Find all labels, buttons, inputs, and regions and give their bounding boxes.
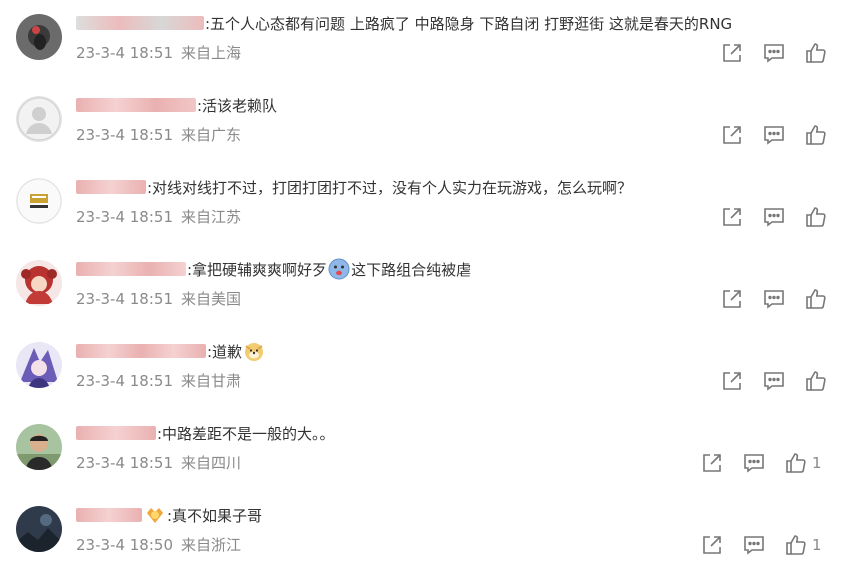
thumbs-up-icon[interactable] <box>804 369 828 393</box>
comment-text: :五个人心态都有问题 上路疯了 中路隐身 下路自闭 打野逛街 这就是春天的RNG <box>205 14 733 33</box>
comment-meta: 23-3-4 18:50 来自浙江 <box>76 534 241 555</box>
comment-date: 23-3-4 18:51 <box>76 208 173 226</box>
username-redacted[interactable] <box>76 16 204 30</box>
comment-location: 来自上海 <box>181 44 242 62</box>
dark-landscape-avatar[interactable] <box>16 506 62 552</box>
comment-text-continued: 这下路组合纯被虐 <box>351 260 472 279</box>
comment-location: 来自江苏 <box>181 208 242 226</box>
share-icon[interactable] <box>720 287 744 311</box>
username-redacted[interactable] <box>76 508 142 522</box>
comment-icon[interactable] <box>762 205 786 229</box>
dark-creature-avatar[interactable] <box>16 14 62 60</box>
share-icon[interactable] <box>700 533 724 557</box>
share-icon[interactable] <box>720 205 744 229</box>
username-redacted[interactable] <box>76 98 196 112</box>
comment-actions <box>720 287 828 311</box>
comment-text: :道歉 <box>207 342 243 361</box>
comment-date: 23-3-4 18:51 <box>76 126 173 144</box>
purple-anime-character-avatar[interactable] <box>16 342 62 388</box>
comment-item: :道歉 23-3-4 18:51 来自甘肃 <box>0 328 844 410</box>
comment-item: :五个人心态都有问题 上路疯了 中路隐身 下路自闭 打野逛街 这就是春天的RNG… <box>0 0 844 82</box>
username-redacted[interactable] <box>76 344 206 358</box>
share-icon[interactable] <box>720 41 744 65</box>
username-redacted[interactable] <box>76 262 186 276</box>
comment-date: 23-3-4 18:51 <box>76 372 173 390</box>
thumbs-up-icon[interactable] <box>804 287 828 311</box>
man-photo-avatar[interactable] <box>16 424 62 470</box>
share-icon[interactable] <box>700 451 724 475</box>
thumbs-up-icon[interactable] <box>804 123 828 147</box>
comment-icon[interactable] <box>742 533 766 557</box>
comment-date: 23-3-4 18:51 <box>76 290 173 308</box>
username-redacted[interactable] <box>76 426 156 440</box>
share-icon[interactable] <box>720 123 744 147</box>
default-person-avatar[interactable] <box>16 96 62 142</box>
comment-item: :拿把硬辅爽爽啊好歹 这下路组合纯被虐 23-3-4 18:51 来自美国 <box>0 246 844 328</box>
comment-actions <box>720 205 828 229</box>
comment-icon[interactable] <box>762 41 786 65</box>
comment-actions: 1 <box>700 533 822 557</box>
comment-date: 23-3-4 18:51 <box>76 454 173 472</box>
comment-actions: 1 <box>700 451 822 475</box>
comment-text: :对线对线打不过，打团打团打不过，没有个人实力在玩游戏，怎么玩啊？ <box>147 178 633 197</box>
thumbs-up-icon[interactable] <box>784 451 808 475</box>
comment-location: 来自美国 <box>181 290 242 308</box>
comment-meta: 23-3-4 18:51 来自江苏 <box>76 206 241 227</box>
comment-item: :活该老赖队 23-3-4 18:51 来自广东 <box>0 82 844 164</box>
comment-location: 来自广东 <box>181 126 242 144</box>
comment-meta: 23-3-4 18:51 来自甘肃 <box>76 370 241 391</box>
comment-actions <box>720 369 828 393</box>
username-redacted[interactable] <box>76 180 146 194</box>
comment-item: :中路差距不是一般的大。。 23-3-4 18:51 来自四川 1 <box>0 410 844 492</box>
comment-text: :真不如果子哥 <box>167 506 263 525</box>
comment-date: 23-3-4 18:50 <box>76 536 173 554</box>
comment-icon[interactable] <box>762 369 786 393</box>
comment-actions <box>720 41 828 65</box>
red-hair-character-avatar[interactable] <box>16 260 62 306</box>
thumbs-up-icon[interactable] <box>804 41 828 65</box>
comment-text: :活该老赖队 <box>197 96 278 115</box>
comment-location: 来自浙江 <box>181 536 242 554</box>
crying-face-emoji <box>328 258 350 280</box>
comment-item: :对线对线打不过，打团打团打不过，没有个人实力在玩游戏，怎么玩啊？ 23-3-4… <box>0 164 844 246</box>
thumbs-up-icon[interactable] <box>784 533 808 557</box>
comment-date: 23-3-4 18:51 <box>76 44 173 62</box>
thumbs-up-icon[interactable] <box>804 205 828 229</box>
comment-icon[interactable] <box>762 287 786 311</box>
comment-meta: 23-3-4 18:51 来自美国 <box>76 288 241 309</box>
comment-text: :中路差距不是一般的大。。 <box>157 424 335 443</box>
share-icon[interactable] <box>720 369 744 393</box>
like-count: 1 <box>812 454 822 472</box>
comment-meta: 23-3-4 18:51 来自四川 <box>76 452 241 473</box>
badge-emoji <box>144 504 166 526</box>
comment-item: :真不如果子哥 23-3-4 18:50 来自浙江 1 <box>0 492 844 574</box>
like-count: 1 <box>812 536 822 554</box>
comment-meta: 23-3-4 18:51 来自广东 <box>76 124 241 145</box>
comment-meta: 23-3-4 18:51 来自上海 <box>76 42 241 63</box>
rng-logo-avatar[interactable] <box>16 178 62 224</box>
doge-emoji <box>243 340 265 362</box>
comment-location: 来自甘肃 <box>181 372 242 390</box>
comment-icon[interactable] <box>762 123 786 147</box>
comment-icon[interactable] <box>742 451 766 475</box>
comment-location: 来自四川 <box>181 454 242 472</box>
comment-text: :拿把硬辅爽爽啊好歹 <box>187 260 328 279</box>
comment-actions <box>720 123 828 147</box>
